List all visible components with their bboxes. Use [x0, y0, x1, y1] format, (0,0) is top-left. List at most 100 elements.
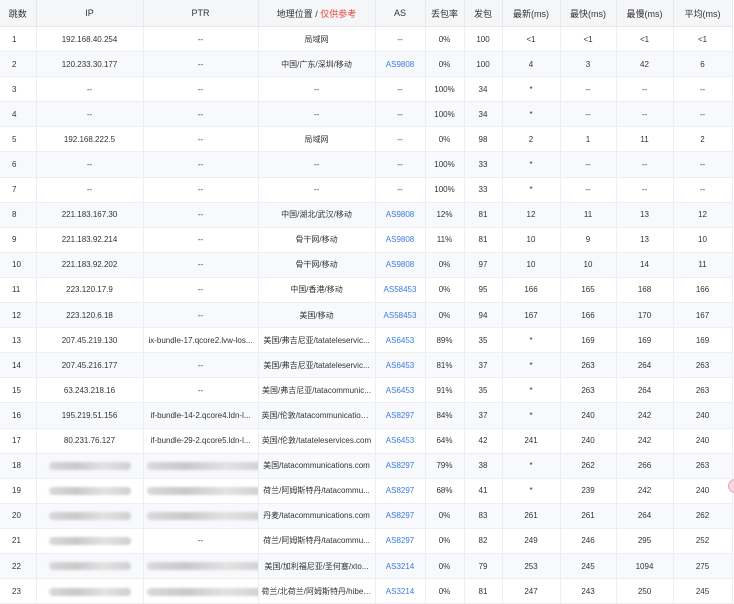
cell-best: 263	[560, 377, 617, 404]
redacted-blur	[48, 587, 131, 596]
cell-hop: 22	[0, 553, 37, 580]
cell-loss: 100%	[425, 177, 465, 203]
cell-as: --	[375, 76, 426, 103]
as-link[interactable]: AS9808	[386, 235, 414, 244]
cell-avg: 262	[673, 503, 733, 529]
cell-best: 3	[560, 51, 617, 78]
as-link[interactable]: AS6453	[386, 386, 414, 395]
cell-hop: 23	[0, 578, 37, 604]
as-link[interactable]: AS8297	[386, 411, 414, 420]
as-link[interactable]: AS8297	[386, 536, 414, 545]
cell-best: 246	[560, 528, 617, 554]
cell-ip: --	[36, 151, 144, 178]
table-row: 21 -- 荷兰/阿姆斯特丹/tatacommu... AS8297 0% 82 249 24…	[0, 528, 733, 554]
cell-geo: 骨干网/移动	[258, 227, 376, 253]
as-link[interactable]: AS3214	[386, 562, 414, 571]
col-geo-note: 仅供参考	[320, 8, 357, 19]
cell-ptr: if-bundle-29-2.qcore5.ldn-l...	[143, 428, 259, 454]
cell-best: 166	[560, 302, 617, 329]
cell-last: *	[502, 352, 561, 379]
cell-last: *	[502, 151, 561, 178]
cell-loss: 100%	[425, 151, 465, 178]
as-link[interactable]: AS8297	[386, 461, 414, 470]
cell-hop: 1	[0, 26, 37, 53]
as-link[interactable]: AS9808	[386, 260, 414, 269]
cell-sent: 100	[464, 51, 503, 78]
as-link[interactable]: AS9808	[386, 60, 414, 69]
cell-last: 166	[502, 277, 561, 304]
cell-hop: 13	[0, 327, 37, 354]
redacted-blur	[146, 562, 257, 571]
as-link[interactable]: AS58453	[384, 311, 417, 320]
table-row: 23 荷兰/北荷兰/阿姆斯特丹/hiber... AS3214 0% 81 247 243 2…	[0, 578, 733, 604]
cell-hop: 7	[0, 177, 37, 203]
redacted-blur	[48, 462, 131, 471]
cell-ip: 192.168.222.5	[36, 126, 144, 153]
cell-last: 261	[502, 503, 561, 529]
as-link[interactable]: AS6453	[386, 361, 414, 370]
table-row: 4 -- -- -- -- 100% 34 * -- -- --	[0, 101, 733, 128]
cell-hop: 6	[0, 151, 37, 178]
as-link[interactable]: AS9808	[386, 210, 414, 219]
cell-geo: 英国/伦敦/tatateleservices.com	[258, 428, 376, 454]
cell-loss: 0%	[425, 578, 465, 604]
cell-as: AS8297	[375, 503, 426, 529]
cell-ip: 63.243.218.16	[36, 377, 144, 404]
cell-sent: 98	[464, 126, 503, 153]
redacted-blur	[146, 587, 257, 596]
cell-last: *	[502, 76, 561, 103]
cell-worst: 242	[616, 428, 674, 454]
cell-worst: 13	[616, 227, 674, 253]
cell-ip	[36, 553, 144, 580]
cell-ptr: --	[143, 227, 259, 253]
cell-geo: 中国/香港/移动	[258, 277, 376, 304]
cell-sent: 79	[464, 553, 503, 580]
cell-sent: 81	[464, 202, 503, 228]
cell-loss: 91%	[425, 377, 465, 404]
cell-ip: 221.183.167.30	[36, 202, 144, 228]
cell-avg: 2	[673, 126, 733, 153]
as-link[interactable]: AS58453	[384, 285, 417, 294]
cell-geo: 荷兰/北荷兰/阿姆斯特丹/hiber...	[258, 578, 376, 604]
redacted-blur	[48, 537, 131, 546]
table-row: 9 221.183.92.214 -- 骨干网/移动 AS9808 11% 81 10 9 13 1…	[0, 227, 733, 253]
as-link[interactable]: AS8297	[386, 486, 414, 495]
cell-avg: 6	[673, 51, 733, 78]
cell-ptr: --	[143, 277, 259, 304]
as-link[interactable]: AS3214	[386, 587, 414, 596]
cell-last: *	[502, 327, 561, 354]
table-row: 8 221.183.167.30 -- 中国/湖北/武汉/移动 AS9808 12% 81 1…	[0, 202, 733, 228]
cell-ip: 207.45.219.130	[36, 327, 144, 354]
cell-as: AS3214	[375, 553, 426, 580]
cell-geo: 美国/弗吉尼亚/tatateleservic...	[258, 327, 376, 354]
cell-hop: 10	[0, 252, 37, 278]
cell-avg: 263	[673, 377, 733, 404]
cell-last: 253	[502, 553, 561, 580]
as-link[interactable]: AS6453	[386, 336, 414, 345]
cell-worst: 264	[616, 352, 674, 379]
cell-as: AS8297	[375, 528, 426, 554]
col-as: AS	[375, 0, 426, 27]
cell-last: 249	[502, 528, 561, 554]
cell-worst: --	[616, 151, 674, 178]
cell-loss: 84%	[425, 402, 465, 429]
col-hop: 跳数	[0, 0, 37, 27]
cell-loss: 89%	[425, 327, 465, 354]
cell-worst: --	[616, 177, 674, 203]
cell-hop: 8	[0, 202, 37, 228]
table-row: 22 美国/加利福尼亚/圣何塞/xto... AS3214 0% 79 253 245 109…	[0, 553, 733, 580]
table-row: 14 207.45.216.177 -- 美国/弗吉尼亚/tatateleservic…	[0, 352, 733, 379]
redacted-blur	[146, 487, 257, 496]
as-link[interactable]: AS8297	[386, 511, 414, 520]
cell-last: *	[502, 177, 561, 203]
cell-as: AS6453	[375, 377, 426, 404]
col-ptr: PTR	[143, 0, 259, 27]
cell-as: AS9808	[375, 252, 426, 278]
cell-worst: 295	[616, 528, 674, 554]
cell-worst: 242	[616, 478, 674, 504]
cell-geo: 局域网	[258, 126, 376, 153]
as-link[interactable]: AS6453	[386, 436, 414, 445]
cell-hop: 11	[0, 277, 37, 304]
table-row: 2 120.233.30.177 -- 中国/广东/深圳/移动 AS9808 0% 100 4…	[0, 51, 733, 78]
cell-geo: 中国/广东/深圳/移动	[258, 51, 376, 78]
